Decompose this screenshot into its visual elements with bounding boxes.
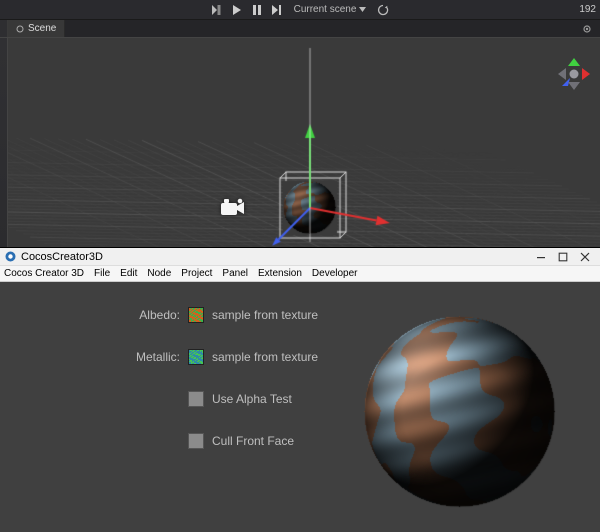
- prop-albedo: Albedo: sample from texture: [120, 307, 318, 323]
- menu-file[interactable]: File: [94, 268, 110, 279]
- menu-project[interactable]: Project: [181, 268, 212, 279]
- prop-metallic: Metallic: sample from texture: [120, 349, 318, 365]
- pin-icon: [16, 25, 24, 33]
- top-toolbar: Current scene 192: [0, 0, 600, 20]
- scene-dropdown-label: Current scene: [294, 4, 357, 15]
- viewport-canvas[interactable]: [0, 38, 600, 248]
- metallic-swatch[interactable]: [188, 349, 204, 365]
- window-titlebar[interactable]: CocosCreator3D: [0, 248, 600, 266]
- transport-controls: Current scene: [210, 3, 391, 17]
- metallic-label: Metallic:: [120, 350, 180, 364]
- alpha-test-checkbox[interactable]: [188, 391, 204, 407]
- play-button[interactable]: [230, 3, 244, 17]
- app-icon: [4, 251, 16, 263]
- menu-edit[interactable]: Edit: [120, 268, 137, 279]
- step-button[interactable]: [270, 3, 284, 17]
- material-preview[interactable]: [355, 307, 565, 517]
- cull-front-checkbox[interactable]: [188, 433, 204, 449]
- menu-extension[interactable]: Extension: [258, 268, 302, 279]
- menu-panel[interactable]: Panel: [222, 268, 248, 279]
- pause-button[interactable]: [250, 3, 264, 17]
- prop-alpha-test: Use Alpha Test: [120, 391, 318, 407]
- albedo-label: Albedo:: [120, 308, 180, 322]
- stop-button[interactable]: [210, 3, 224, 17]
- reload-button[interactable]: [376, 3, 390, 17]
- gear-icon: [582, 24, 592, 34]
- panel-edge: [0, 20, 8, 37]
- tab-scene-label: Scene: [28, 23, 56, 34]
- scene-viewport[interactable]: [0, 38, 600, 248]
- maximize-button[interactable]: [552, 248, 574, 265]
- camera-icon: [220, 198, 246, 217]
- metallic-value: sample from texture: [212, 350, 318, 364]
- close-button[interactable]: [574, 248, 596, 265]
- viewport-tabstrip: Scene: [0, 20, 600, 38]
- tab-settings-button[interactable]: [578, 20, 596, 37]
- material-properties: Albedo: sample from texture Metallic: sa…: [120, 307, 318, 449]
- navigation-gizmo[interactable]: [556, 56, 592, 92]
- tab-scene[interactable]: Scene: [8, 20, 65, 37]
- prop-cull-front: Cull Front Face: [120, 433, 318, 449]
- menu-developer[interactable]: Developer: [312, 268, 358, 279]
- window-menubar: Cocos Creator 3D File Edit Node Project …: [0, 266, 600, 282]
- fps-counter: 192: [579, 0, 596, 19]
- menu-node[interactable]: Node: [147, 268, 171, 279]
- cull-front-label: Cull Front Face: [212, 434, 294, 448]
- scene-dropdown[interactable]: Current scene: [290, 4, 371, 15]
- albedo-value: sample from texture: [212, 308, 318, 322]
- minimize-button[interactable]: [530, 248, 552, 265]
- chevron-down-icon: [359, 7, 366, 12]
- albedo-swatch[interactable]: [188, 307, 204, 323]
- menu-app[interactable]: Cocos Creator 3D: [4, 268, 84, 279]
- window-title: CocosCreator3D: [21, 251, 103, 263]
- alpha-test-label: Use Alpha Test: [212, 392, 292, 406]
- panel-edge: [0, 38, 8, 247]
- inspector-panel: Albedo: sample from texture Metallic: sa…: [0, 282, 600, 532]
- secondary-window: CocosCreator3D Cocos Creator 3D File Edi…: [0, 248, 600, 532]
